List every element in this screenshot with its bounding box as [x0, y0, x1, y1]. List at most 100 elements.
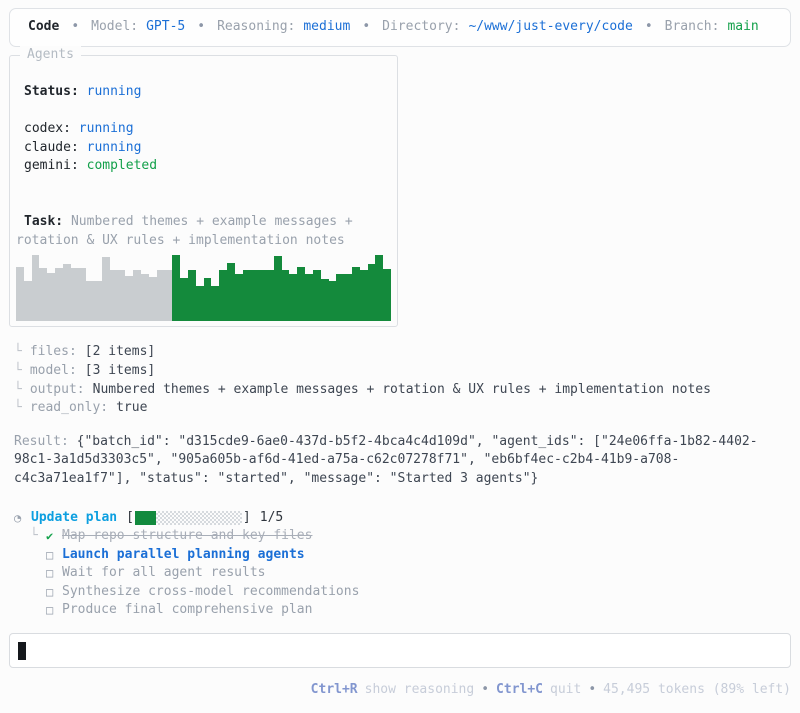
checkbox-icon: □	[46, 566, 54, 581]
progress-remaining	[155, 510, 242, 525]
plan-item: □ Launch parallel planning agents	[30, 546, 791, 565]
agent-row: claude: running	[16, 139, 391, 158]
sparkline-bar	[375, 254, 384, 322]
checkmark-icon: ✔	[46, 529, 54, 544]
result-value: {"batch_id": "d315cde9-6ae0-437d-b5f2-4b…	[14, 433, 758, 486]
separator-dot: •	[644, 19, 653, 35]
checkbox-icon: □	[46, 603, 54, 618]
param-key: files:	[29, 344, 77, 360]
param-value: true	[116, 400, 148, 416]
agent-name: claude:	[24, 139, 79, 155]
agent-list: codex: running claude: running gemini: com…	[16, 120, 391, 176]
sparkline-bar	[125, 275, 134, 322]
shortcut-quit-label: quit	[550, 682, 582, 698]
directory-segment: Directory: ~/www/just-every/code	[382, 18, 633, 37]
plan-header: ◔ Update plan [ ] 1/5	[14, 509, 791, 528]
param-key: read_only:	[29, 400, 109, 416]
status-value: running	[86, 84, 142, 99]
sparkline-bar	[383, 268, 391, 322]
status-bar: Ctrl+R show reasoning • Ctrl+C quit • 45…	[9, 681, 791, 700]
sparkline-bar	[359, 270, 368, 322]
reasoning-value: medium	[303, 19, 351, 35]
reasoning-segment: Reasoning: medium	[217, 18, 350, 37]
sparkline-bar	[16, 266, 24, 322]
checkbox-icon: □	[46, 584, 54, 599]
sparkline-bar	[156, 270, 165, 322]
param-row: └ output: Numbered themes + example messag…	[14, 381, 791, 400]
sparkline-bar	[70, 268, 79, 322]
shortcut-show-reasoning-label: show reasoning	[364, 682, 475, 698]
task-label: Task:	[24, 214, 64, 230]
tree-branch-glyph: └	[30, 528, 38, 544]
plan-item-label: Wait for all agent results	[62, 565, 266, 581]
param-row: └ model: [3 items]	[14, 362, 791, 381]
agents-status-line: Status: running	[16, 83, 391, 102]
sparkline-bar	[187, 270, 196, 322]
plan-progress-count: 1/5	[259, 509, 284, 525]
directory-label: Directory:	[382, 19, 461, 35]
separator-dot: •	[197, 19, 206, 35]
tree-branch-glyph: └	[14, 344, 22, 360]
task-value: Numbered themes + example messages + rot…	[16, 214, 353, 248]
plan-item: □ Wait for all agent results	[30, 564, 791, 583]
sparkline-bar	[211, 286, 220, 322]
agent-name: gemini:	[24, 158, 79, 174]
sparkline-bar	[78, 268, 87, 322]
progress-fill	[134, 510, 156, 525]
sparkline-bar	[336, 273, 345, 322]
agent-state: running	[78, 121, 134, 137]
clock-icon: ◔	[14, 510, 22, 525]
param-key: output:	[29, 381, 85, 397]
sparkline-bar	[219, 270, 227, 322]
plan-item-label: Map repo structure and key files	[62, 528, 313, 544]
sparkline-bar	[164, 270, 173, 322]
branch-label: Branch:	[664, 19, 720, 35]
agents-activity-sparkline	[16, 251, 391, 322]
sparkline-bar	[328, 280, 337, 322]
tree-branch-glyph: └	[14, 400, 22, 416]
sparkline-bar	[109, 270, 118, 322]
title-bar: Code • Model: GPT-5 • Reasoning: medium …	[9, 8, 791, 47]
tree-branch-glyph: └	[14, 381, 22, 397]
sparkline-bar	[281, 270, 290, 322]
sparkline-bar	[367, 263, 376, 322]
tool-result-block: Result: {"batch_id": "d315cde9-6ae0-437d…	[14, 433, 791, 489]
separator-dot: •	[481, 682, 490, 698]
agent-state: running	[86, 139, 142, 155]
tree-branch-glyph: └	[14, 362, 22, 378]
separator-dot: •	[362, 19, 371, 35]
sparkline-bar	[55, 268, 63, 322]
sparkline-bar	[141, 273, 149, 322]
result-label: Result:	[14, 433, 69, 449]
branch-segment: Branch: main	[665, 18, 759, 37]
separator-dot: •	[588, 682, 597, 698]
update-plan-section: ◔ Update plan [ ] 1/5 └ ✔ Map repo structu…	[9, 509, 791, 621]
agent-name: codex:	[24, 121, 71, 137]
sparkline-bar	[289, 273, 298, 322]
sparkline-bar	[297, 266, 306, 322]
param-row: └ files: [2 items]	[14, 343, 791, 362]
token-usage: 45,495 tokens (89% left)	[603, 682, 791, 698]
tree-branch-glyph	[30, 546, 46, 565]
sparkline-bar	[195, 286, 204, 322]
sparkline-bar	[62, 263, 71, 322]
progress-open-bracket: [	[126, 509, 134, 525]
plan-item: └ ✔ Map repo structure and key files	[30, 527, 791, 546]
model-value: GPT-5	[146, 19, 186, 35]
plan-item: □ Produce final comprehensive plan	[30, 601, 791, 620]
plan-item-label: Launch parallel planning agents	[62, 546, 305, 562]
agent-row: codex: running	[16, 120, 391, 139]
tool-params-tree: └ files: [2 items] └ model: [3 items] └ output:…	[14, 343, 791, 417]
param-value: [2 items]	[84, 344, 156, 360]
sparkline-bar	[23, 280, 32, 322]
agent-state: completed	[86, 158, 158, 174]
sparkline-bar	[172, 254, 181, 322]
directory-value: ~/www/just-every/code	[468, 19, 633, 35]
sparkline-bar	[39, 268, 48, 322]
message-input[interactable]	[9, 633, 791, 669]
agents-panel: Agents Status: running codex: running cla…	[9, 46, 398, 328]
agents-panel-title: Agents	[20, 46, 81, 65]
tree-branch-glyph	[30, 583, 46, 602]
